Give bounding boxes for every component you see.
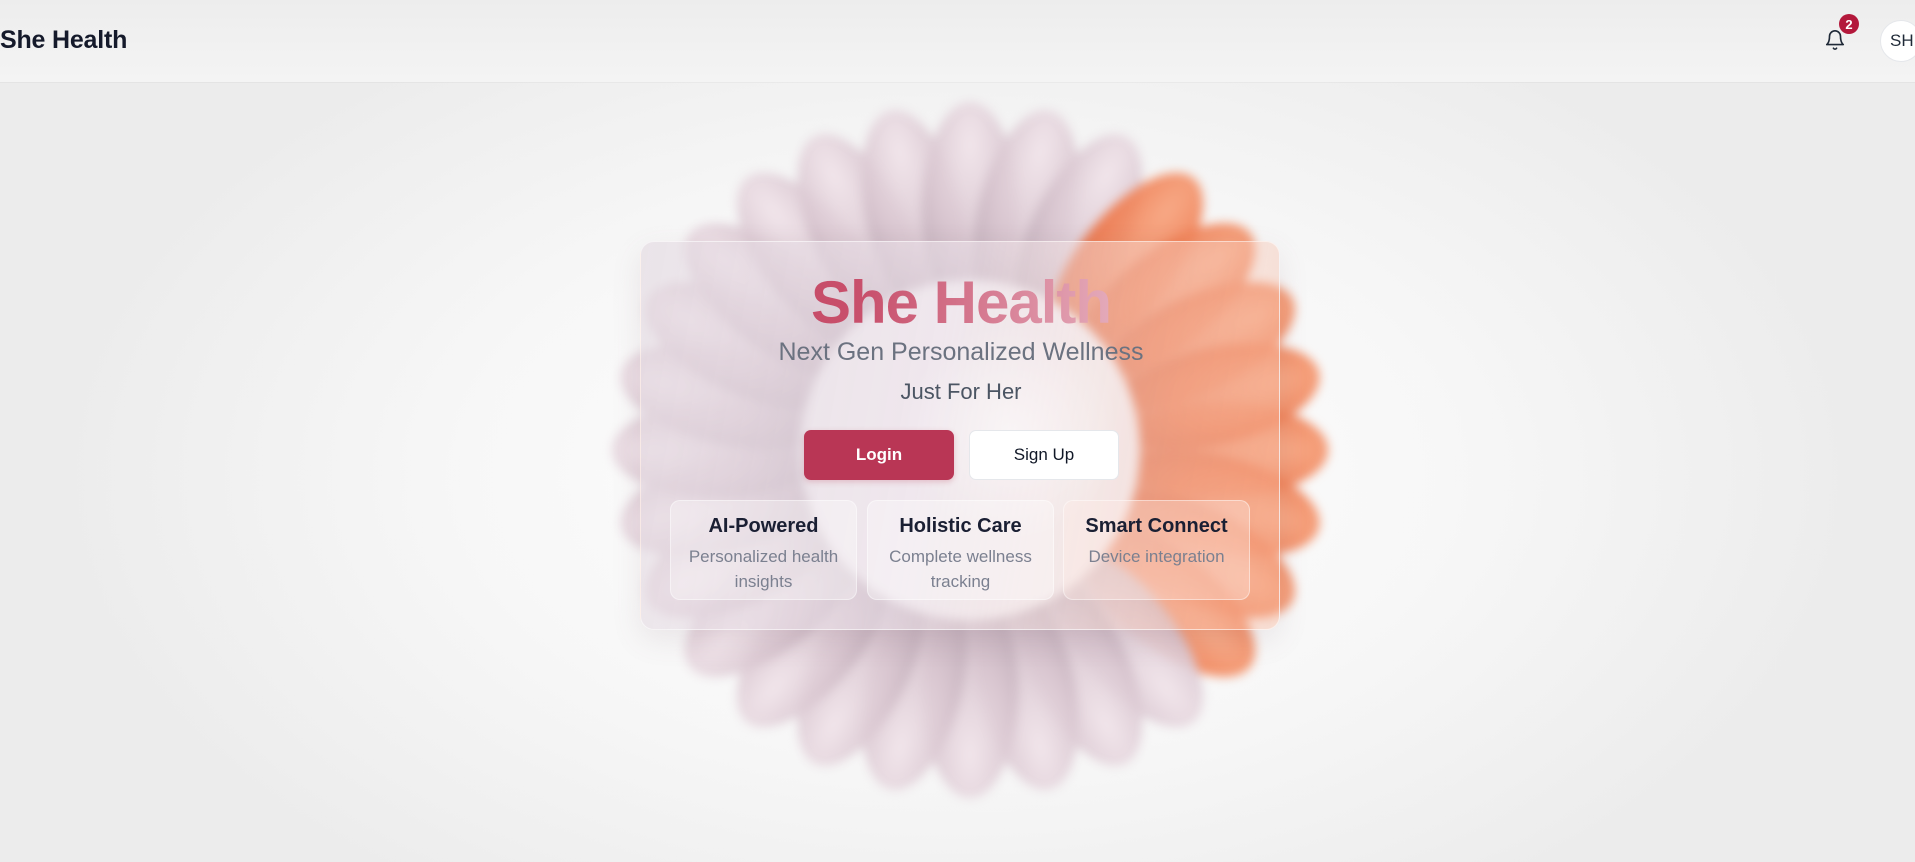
feature-description: Complete wellness tracking [889, 547, 1032, 591]
feature-description: Device integration [1088, 547, 1225, 566]
feature-card-holistic-care: Holistic Care Complete wellness tracking [867, 500, 1054, 600]
hero-title: She Health [641, 268, 1279, 337]
feature-title: Smart Connect [1085, 515, 1228, 537]
welcome-card: She Health Next Gen Personalized Wellnes… [640, 241, 1280, 630]
hero-tagline: Just For Her [900, 379, 1022, 404]
brand-logo-text[interactable]: She Health [0, 26, 127, 55]
feature-description: Personalized health insights [688, 547, 839, 591]
login-button[interactable]: Login [804, 430, 954, 480]
notification-count-badge: 2 [1839, 14, 1859, 34]
user-avatar[interactable]: SH [1880, 20, 1915, 62]
feature-card-smart-connect: Smart Connect Device integration [1063, 500, 1250, 600]
feature-title: Holistic Care [899, 515, 1022, 537]
top-navigation-bar: She Health 2 SH [0, 0, 1915, 82]
hero-subtitle: Next Gen Personalized Wellness [778, 338, 1144, 366]
feature-title: AI-Powered [708, 515, 819, 537]
feature-card-ai-powered: AI-Powered Personalized health insights [670, 500, 857, 600]
sign-up-button[interactable]: Sign Up [969, 430, 1119, 480]
